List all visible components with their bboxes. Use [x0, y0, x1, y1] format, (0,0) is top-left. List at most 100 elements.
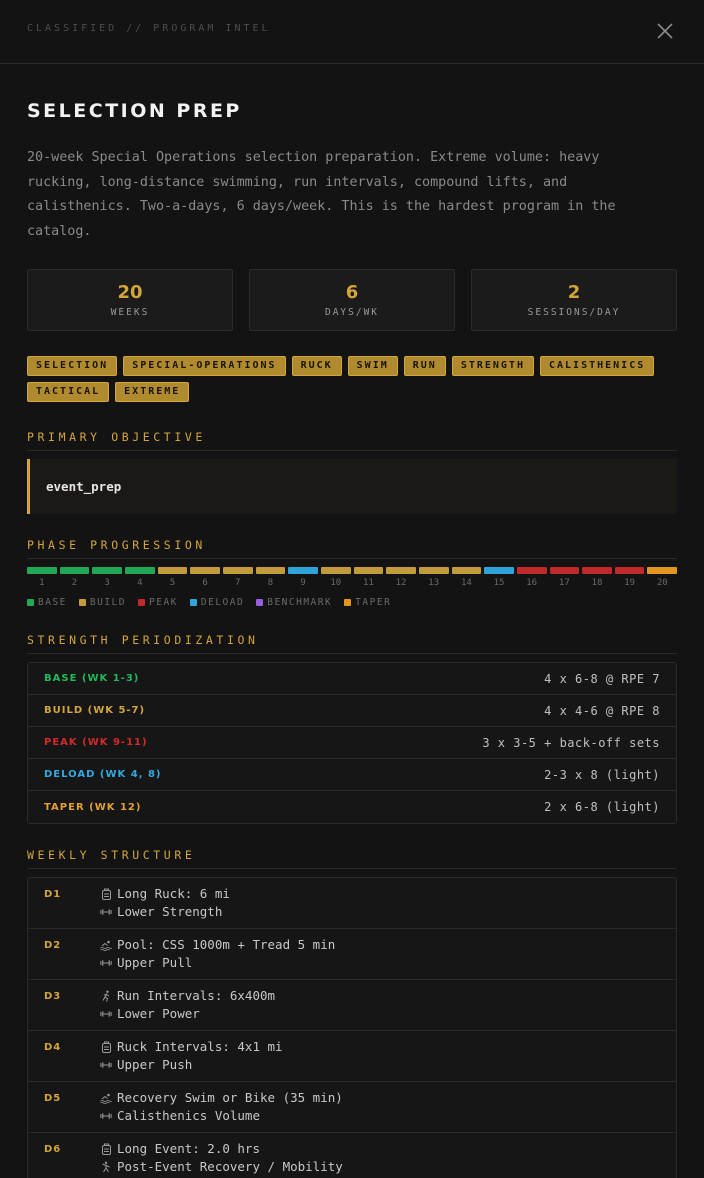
top-bar: CLASSIFIED // PROGRAM INTEL [0, 0, 704, 64]
phase-segment [451, 567, 482, 574]
tag: EXTREME [115, 382, 190, 402]
phase-label: DELOAD (WK 4, 8) [44, 769, 162, 780]
session-1-text: Long Event: 2.0 hrs [117, 1141, 260, 1156]
phase-segment [222, 567, 253, 574]
phase-segment [157, 567, 188, 574]
day-label: D1 [44, 889, 62, 900]
dumbbell-icon [100, 1059, 112, 1071]
phase-legend: BASE BUILD PEAK DELOAD BENCHMARK TAPER [27, 597, 677, 608]
stretch-icon [100, 1161, 112, 1173]
dumbbell-icon [100, 957, 112, 969]
backpack-icon [100, 1143, 112, 1155]
session-2-text: Upper Pull [117, 955, 193, 970]
objective-section: PRIMARY OBJECTIVE event_prep [27, 430, 677, 514]
phase-segment [484, 567, 514, 574]
session-2-text: Lower Power [117, 1006, 200, 1021]
session-1-text: Recovery Swim or Bike (35 min) [117, 1090, 343, 1105]
classified-label: CLASSIFIED // PROGRAM INTEL [27, 23, 271, 34]
session-2-text: Post-Event Recovery / Mobility [117, 1159, 343, 1174]
phase-week-numbers: 1 2 3 4 5 6 7 8 9 10 11 12 13 14 15 16 17 18 19 20 [27, 578, 677, 588]
swimmer-icon [100, 939, 112, 951]
week-number: 2 [71, 578, 78, 588]
legend-label: BASE [38, 597, 67, 608]
stat-weeks: 20 WEEKS [27, 269, 233, 331]
phase-segment [92, 567, 122, 574]
stat-label: SESSIONS/DAY [527, 307, 621, 318]
runner-icon [100, 990, 112, 1002]
week-number: 15 [493, 578, 505, 588]
phase-segment [288, 567, 318, 574]
legend-label: DELOAD [200, 597, 245, 608]
week-number: 16 [526, 578, 538, 588]
session-1: Pool: CSS 1000m + Tread 5 min [100, 937, 335, 952]
stat-value: 2 [567, 282, 581, 303]
day-row: D1 Long Ruck: 6 mi Lower Strength [28, 878, 676, 929]
phase-segment [549, 567, 580, 574]
tag: STRENGTH [451, 356, 534, 376]
phase-segment [386, 567, 416, 574]
section-title: WEEKLY STRUCTURE [27, 848, 677, 869]
phase-segment [582, 567, 612, 574]
tag: SELECTION [27, 356, 118, 376]
session-1-text: Ruck Intervals: 4x1 mi [117, 1039, 283, 1054]
phase-prescription: 4 x 6-8 @ RPE 7 [544, 671, 660, 686]
week-number: 7 [235, 578, 241, 588]
week-number: 4 [137, 578, 143, 588]
tag: SWIM [347, 356, 398, 376]
day-row: D3 Run Intervals: 6x400m Lower Power [28, 980, 676, 1031]
week-number: 20 [656, 578, 668, 588]
session-2: Lower Strength [100, 904, 222, 919]
day-label: D2 [44, 940, 62, 951]
phase-segment [418, 567, 449, 574]
legend-swatch [138, 599, 145, 606]
strength-table: BASE (WK 1-3) 4 x 6-8 @ RPE 7 BUILD (WK 5-… [27, 662, 677, 824]
day-row: D2 Pool: CSS 1000m + Tread 5 min Upper Pul… [28, 929, 676, 980]
tag: SPECIAL-OPERATIONS [123, 356, 286, 376]
day-label: D4 [44, 1042, 62, 1053]
table-row: BUILD (WK 5-7) 4 x 4-6 @ RPE 8 [28, 695, 676, 727]
day-row: D6 Long Event: 2.0 hrs Post-Event Recovery… [28, 1133, 676, 1178]
legend-item-build: BUILD [78, 597, 126, 608]
day-label: D3 [44, 991, 62, 1002]
legend-item-deload: DELOAD [189, 597, 245, 608]
week-number: 14 [460, 578, 472, 588]
close-icon[interactable] [654, 20, 676, 42]
phase-segment [27, 567, 57, 574]
backpack-icon [100, 1041, 112, 1053]
phase-segment [255, 567, 286, 574]
session-1: Long Ruck: 6 mi [100, 886, 230, 901]
session-1: Run Intervals: 6x400m [100, 988, 275, 1003]
tag: TACTICAL [27, 382, 110, 402]
swimmer-icon [100, 1092, 112, 1104]
legend-swatch [344, 599, 352, 606]
stat-label: DAYS/WK [324, 307, 380, 318]
weekly-section: WEEKLY STRUCTURE D1 Long Ruck: 6 mi Lower … [27, 848, 677, 1178]
session-2: Lower Power [100, 1006, 200, 1021]
phase-segment [124, 567, 155, 574]
strength-section: STRENGTH PERIODIZATION BASE (WK 1-3) 4 x … [27, 633, 677, 824]
phase-segment [320, 567, 351, 574]
legend-label: PEAK [149, 597, 178, 608]
session-2: Calisthenics Volume [100, 1108, 260, 1123]
table-row: DELOAD (WK 4, 8) 2-3 x 8 (light) [28, 759, 676, 791]
session-2-text: Lower Strength [117, 904, 223, 919]
session-2: Post-Event Recovery / Mobility [100, 1159, 343, 1174]
session-1: Recovery Swim or Bike (35 min) [100, 1090, 343, 1105]
phase-section: PHASE PROGRESSION 1 2 3 4 5 6 7 8 9 10 11 12 13 14 15 1… [27, 538, 678, 608]
tag: RUCK [291, 356, 342, 376]
session-1-text: Pool: CSS 1000m + Tread 5 min [117, 937, 336, 952]
day-label: D5 [44, 1093, 62, 1104]
legend-label: BENCHMARK [267, 597, 333, 608]
week-number: 18 [591, 578, 603, 588]
session-1: Ruck Intervals: 4x1 mi [100, 1039, 283, 1054]
legend-swatch [78, 599, 86, 606]
program-description: 20-week Special Operations selection pre… [27, 150, 616, 239]
legend-item-peak: PEAK [138, 597, 178, 608]
session-2: Upper Push [100, 1057, 192, 1072]
day-row: D4 Ruck Intervals: 4x1 mi Upper Push [28, 1031, 676, 1082]
session-2-text: Calisthenics Volume [117, 1108, 260, 1123]
session-1: Long Event: 2.0 hrs [100, 1141, 260, 1156]
week-number: 6 [202, 578, 208, 588]
phase-segment [614, 567, 645, 574]
table-row: BASE (WK 1-3) 4 x 6-8 @ RPE 7 [28, 663, 676, 695]
